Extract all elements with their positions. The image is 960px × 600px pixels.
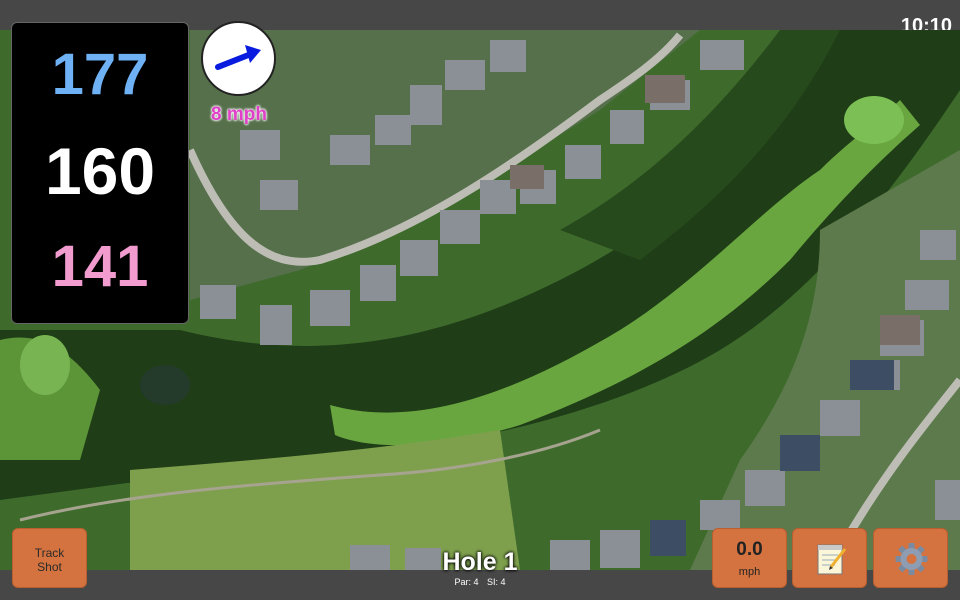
gear-icon — [895, 543, 928, 575]
back-yardage: 177 — [51, 42, 149, 107]
wind-direction-indicator — [201, 21, 276, 96]
notes-button[interactable] — [792, 528, 867, 588]
hole-info: Par: 4 SI: 4 — [380, 577, 580, 587]
yardage-panel: 177 160 141 — [11, 22, 189, 324]
hole-title: Hole 1 — [442, 548, 518, 576]
notepad-icon — [817, 544, 847, 575]
speed-unit: mph — [738, 566, 761, 578]
stroke-index-label: SI: 4 — [487, 577, 506, 587]
track-shot-label-line2: Shot — [37, 560, 62, 574]
track-shot-button[interactable]: Track Shot — [12, 528, 87, 588]
wind-speed-label: 8 mph — [211, 104, 267, 125]
speed-value: 0.0 — [736, 539, 763, 560]
center-yardage: 160 — [44, 134, 156, 208]
front-yardage: 141 — [51, 234, 149, 299]
wind-arrow-icon — [215, 45, 261, 70]
settings-button[interactable] — [873, 528, 948, 588]
par-label: Par: 4 — [454, 577, 479, 587]
track-shot-label-line1: Track — [34, 546, 65, 560]
speed-button[interactable]: 0.0 mph — [712, 528, 787, 588]
